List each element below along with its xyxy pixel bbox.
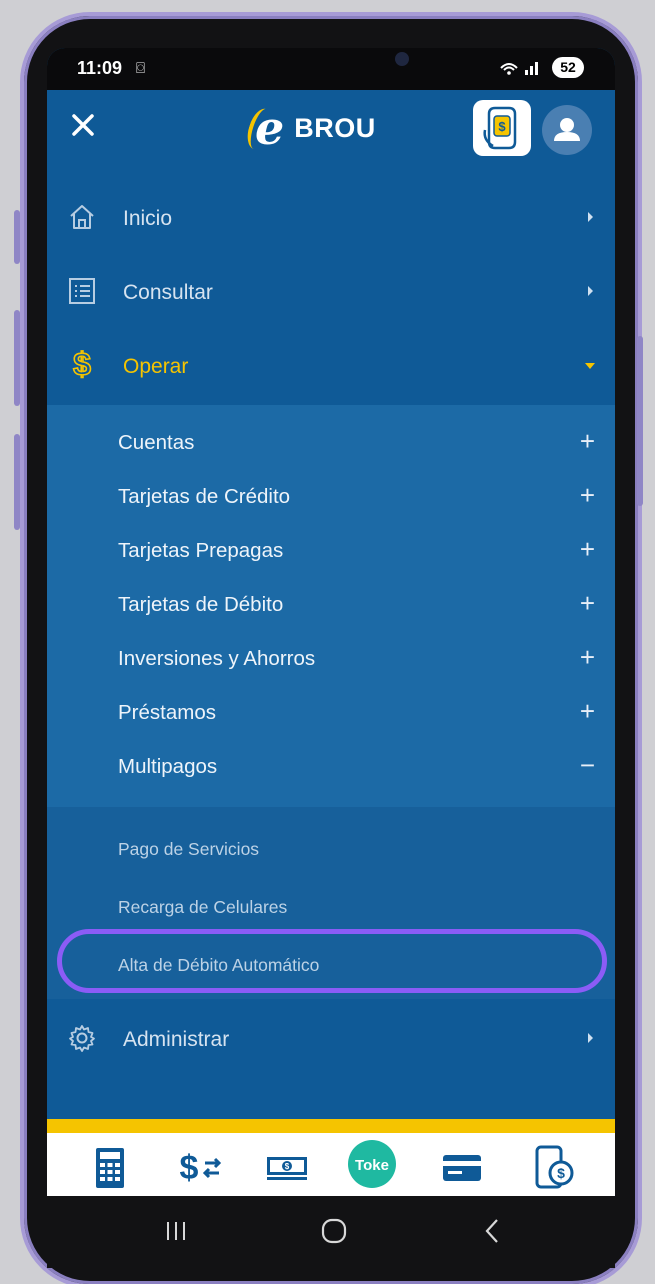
submenu-item-tarjetas-prepagas[interactable]: Tarjetas Prepagas +	[47, 524, 615, 578]
menu-item-label: Operar	[123, 355, 189, 378]
expand-plus-icon: +	[579, 426, 595, 456]
menu-item-administrar[interactable]: Administrar	[47, 1003, 615, 1077]
submenu-item-label: Cuentas	[118, 431, 195, 454]
expand-plus-icon: +	[579, 534, 595, 564]
svg-text:$: $	[285, 1162, 290, 1171]
phone-side-button	[14, 310, 20, 406]
recent-apps-button[interactable]	[164, 1216, 188, 1249]
submenu-item-label: Tarjetas de Crédito	[118, 485, 291, 508]
close-menu-button[interactable]	[65, 108, 101, 144]
list-icon	[67, 276, 97, 306]
phone-side-button	[14, 210, 20, 264]
cash-icon[interactable]: $	[265, 1145, 309, 1189]
menu-item-inicio[interactable]: Inicio	[47, 182, 615, 256]
submenu-item-prestamos[interactable]: Préstamos +	[47, 686, 615, 740]
expand-plus-icon: +	[579, 696, 595, 726]
toke-label: Toke	[355, 1157, 389, 1174]
submenu-item-pago-servicios[interactable]: Pago de Servicios	[47, 819, 615, 877]
recent-apps-icon	[167, 1222, 185, 1240]
front-camera	[395, 52, 409, 66]
submenu-item-cuentas[interactable]: Cuentas +	[47, 416, 615, 470]
chevron-right-icon	[588, 212, 593, 222]
back-arrow-icon	[485, 1219, 498, 1243]
svg-text:$: $	[498, 119, 506, 134]
menu-item-label: Administrar	[123, 1028, 230, 1051]
brou-logo: e BROU	[243, 104, 376, 153]
exchange-icon[interactable]: $	[177, 1145, 225, 1189]
chevron-right-icon	[588, 1033, 593, 1043]
home-icon	[67, 202, 97, 232]
expand-plus-icon: +	[579, 480, 595, 510]
expand-plus-icon: +	[579, 642, 595, 672]
close-icon	[72, 114, 94, 136]
signal-icon	[499, 60, 543, 79]
card-icon[interactable]	[441, 1145, 483, 1189]
phone-side-button	[14, 434, 20, 530]
screen-record-icon: ⌼	[136, 60, 146, 77]
submenu-item-label: Tarjetas de Débito	[118, 593, 284, 616]
highlight-outline	[57, 929, 607, 993]
accent-stripe	[47, 1119, 615, 1133]
submenu-item-label: Multipagos	[118, 755, 218, 778]
battery-indicator: 52	[552, 57, 584, 78]
submenu-item-multipagos[interactable]: Multipagos −	[47, 740, 615, 794]
submenu-item-tarjetas-debito[interactable]: Tarjetas de Débito +	[47, 578, 615, 632]
wallet-button[interactable]: $	[473, 100, 531, 156]
e-brou-logo-icon: e	[243, 105, 284, 153]
submenu-item-tarjetas-credito[interactable]: Tarjetas de Crédito +	[47, 470, 615, 524]
home-nav-button[interactable]	[320, 1216, 348, 1251]
operar-submenu: Cuentas + Tarjetas de Crédito + Tarjetas…	[47, 405, 615, 807]
phone-side-button	[637, 336, 643, 506]
chevron-down-icon	[585, 363, 595, 369]
dollar-icon: $	[67, 345, 97, 383]
submenu-item-label: Tarjetas Prepagas	[118, 539, 284, 562]
submenu-item-recarga-celulares[interactable]: Recarga de Celulares	[47, 877, 615, 935]
app-screen: 11:09 ⌼ 52 e BROU $ Inicio Consultar $ O…	[47, 48, 615, 1196]
back-nav-button[interactable]	[483, 1216, 503, 1251]
submenu-item-label: Préstamos	[118, 701, 216, 724]
android-nav-bar	[47, 1196, 615, 1268]
user-icon	[554, 118, 580, 141]
phone-pay-icon[interactable]: $	[533, 1145, 577, 1189]
collapse-minus-icon: −	[579, 750, 595, 780]
toke-icon[interactable]: Toke	[347, 1139, 397, 1188]
shortcut-bar: $ $ Toke $	[47, 1133, 615, 1196]
svg-text:$: $	[557, 1165, 565, 1181]
wallet-phone-icon: $	[483, 106, 517, 150]
status-time: 11:09	[77, 58, 123, 78]
calculator-icon[interactable]	[93, 1145, 127, 1189]
gear-icon	[67, 1023, 97, 1053]
chevron-right-icon	[588, 286, 593, 296]
profile-button[interactable]	[542, 105, 592, 155]
menu-item-operar[interactable]: $ Operar	[47, 330, 615, 404]
home-circle-icon	[321, 1218, 347, 1244]
submenu-item-label: Inversiones y Ahorros	[118, 647, 316, 670]
submenu-item-label: Recarga de Celulares	[118, 897, 288, 917]
svg-text:$: $	[73, 347, 91, 381]
submenu-item-label: Pago de Servicios	[118, 839, 260, 859]
submenu-item-inversiones[interactable]: Inversiones y Ahorros +	[47, 632, 615, 686]
app-header: e BROU $	[47, 90, 615, 170]
menu-item-label: Inicio	[123, 207, 173, 230]
status-bar: 11:09 ⌼ 52	[47, 48, 615, 90]
brand-name: BROU	[294, 112, 376, 143]
menu-item-consultar[interactable]: Consultar	[47, 256, 615, 330]
expand-plus-icon: +	[579, 588, 595, 618]
menu-item-label: Consultar	[123, 281, 213, 304]
svg-text:$: $	[180, 1149, 199, 1187]
